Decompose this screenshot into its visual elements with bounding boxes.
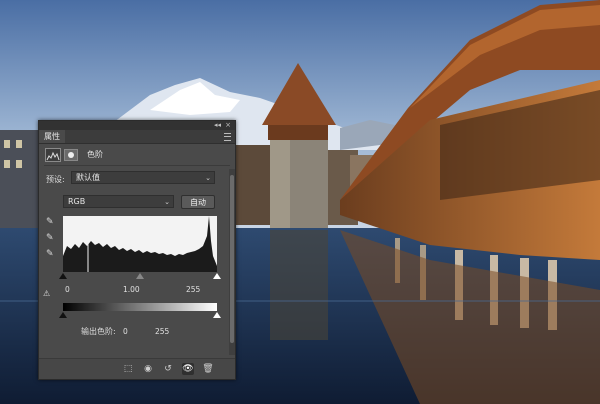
preset-label: 预设:	[46, 175, 65, 184]
input-white-value[interactable]: 255	[186, 285, 200, 294]
output-levels-label: 输出色阶:	[81, 327, 116, 336]
trash-icon[interactable]: 🗑	[202, 363, 214, 375]
output-gradient-bar	[63, 303, 217, 311]
chevron-down-icon: ⌄	[164, 198, 170, 206]
visibility-eye-icon[interactable]: 👁	[182, 363, 194, 375]
input-white-slider[interactable]	[213, 273, 221, 279]
scrollbar[interactable]	[229, 169, 235, 355]
panel-footer: ⬚ ◉ ↺ 👁 🗑	[39, 358, 235, 379]
channel-value: RGB	[68, 197, 86, 206]
output-white-slider[interactable]	[213, 312, 221, 318]
view-previous-state-icon[interactable]: ◉	[142, 363, 154, 375]
eyedropper-white-icon[interactable]: ✎	[46, 249, 54, 259]
divider	[44, 165, 230, 166]
tab-bar: 属性	[39, 130, 235, 144]
layer-mask-icon[interactable]	[64, 149, 78, 161]
panel-header-bar: ◂◂ ×	[39, 121, 235, 130]
output-black-slider[interactable]	[59, 312, 67, 318]
adjustment-label: 色阶	[87, 150, 103, 159]
scrollbar-thumb[interactable]	[230, 175, 234, 343]
levels-histogram-icon	[45, 148, 61, 162]
input-gamma-value[interactable]: 1.00	[123, 285, 140, 294]
chevron-down-icon: ⌄	[205, 174, 211, 182]
preset-dropdown[interactable]: 默认值 ⌄	[71, 171, 215, 184]
tab-properties[interactable]: 属性	[39, 130, 65, 143]
clip-to-layer-icon[interactable]: ⬚	[122, 363, 134, 375]
auto-button[interactable]: 自动	[181, 195, 215, 209]
close-icon[interactable]: ×	[225, 121, 231, 130]
input-black-value[interactable]: 0	[65, 285, 70, 294]
adjustment-header: 色阶	[45, 148, 231, 162]
output-white-value[interactable]: 255	[155, 327, 169, 336]
output-black-value[interactable]: 0	[123, 327, 128, 336]
reset-icon[interactable]: ↺	[162, 363, 174, 375]
collapse-icon[interactable]: ◂◂	[214, 121, 221, 130]
preset-value: 默认值	[76, 173, 100, 182]
eyedropper-black-icon[interactable]: ✎	[46, 217, 54, 227]
input-gamma-slider[interactable]	[136, 273, 144, 279]
histogram	[63, 216, 217, 272]
properties-panel: ◂◂ × 属性 色阶 预设: 默认值 ⌄ RGB ⌄ 自动 ✎ ✎ ✎ 0 1.	[38, 120, 236, 380]
panel-menu-icon[interactable]	[224, 133, 231, 141]
eyedropper-gray-icon[interactable]: ✎	[46, 233, 54, 243]
input-black-slider[interactable]	[59, 273, 67, 279]
channel-dropdown[interactable]: RGB ⌄	[63, 195, 174, 208]
clipping-warning-icon: ⚠	[43, 289, 51, 298]
